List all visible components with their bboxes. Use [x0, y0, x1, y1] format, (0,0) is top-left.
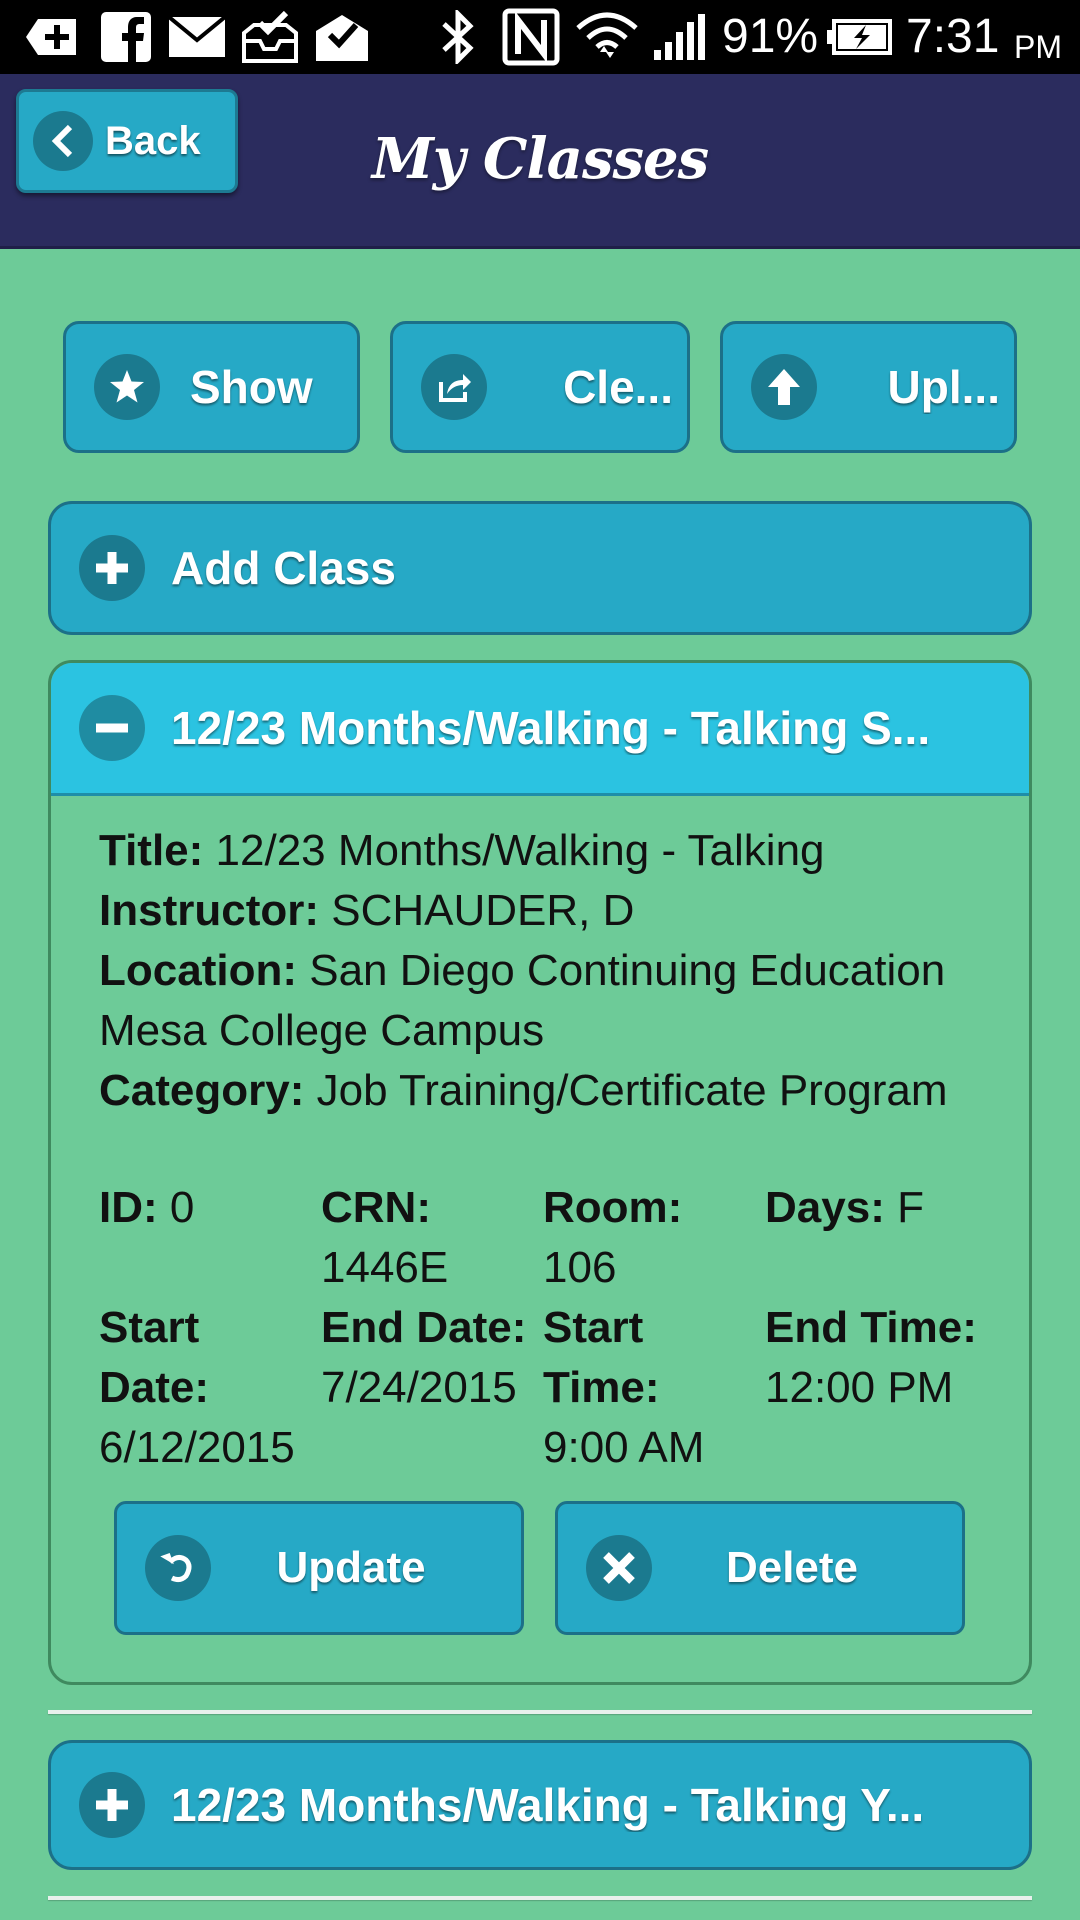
list-divider	[48, 1896, 1032, 1900]
category-label: Category:	[99, 1066, 305, 1115]
nfc-icon	[502, 8, 560, 66]
clear-button[interactable]: Cle...	[390, 321, 690, 453]
clock-am-pm: PM	[1014, 29, 1062, 65]
list-divider	[48, 1710, 1032, 1714]
category-value: Job Training/Certificate Program	[316, 1066, 948, 1115]
mail-check-icon	[314, 11, 370, 63]
room-cell: Room: 106	[543, 1178, 768, 1298]
signal-icon	[652, 11, 708, 63]
category-row: Category: Job Training/Certificate Progr…	[99, 1061, 999, 1121]
days-label: Days:	[765, 1183, 885, 1232]
end-date-label: End Date:	[321, 1303, 527, 1352]
collapsed-class-item[interactable]: 12/23 Months/Walking - Talking Y...	[48, 1740, 1032, 1870]
star-icon	[94, 354, 160, 420]
mail-icon	[168, 11, 226, 63]
facebook-icon	[100, 11, 152, 63]
crn-value: 1446E	[321, 1243, 449, 1292]
share-icon	[421, 354, 487, 420]
wifi-icon	[574, 11, 640, 63]
instructor-label: Instructor:	[99, 886, 319, 935]
clock-time: 7:31	[906, 10, 1000, 63]
instructor-value: SCHAUDER, D	[331, 886, 635, 935]
add-box-icon	[24, 11, 80, 63]
arrow-up-icon	[751, 354, 817, 420]
update-label: Update	[276, 1543, 426, 1592]
upload-button[interactable]: Upl...	[720, 321, 1017, 453]
close-icon	[586, 1535, 652, 1601]
update-button[interactable]: Update	[114, 1501, 524, 1635]
end-time-label: End Time:	[765, 1303, 977, 1352]
clear-label: Cle...	[563, 361, 673, 413]
add-class-button[interactable]: Add Class	[48, 501, 1032, 635]
end-date-value: 7/24/2015	[321, 1363, 517, 1412]
start-time-label: Start Time:	[543, 1303, 660, 1412]
upload-label: Upl...	[887, 361, 1000, 413]
add-class-label: Add Class	[171, 542, 396, 594]
location-label: Location:	[99, 946, 297, 995]
id-label: ID:	[99, 1183, 158, 1232]
end-date-cell: End Date: 7/24/2015	[321, 1298, 543, 1418]
start-date-cell: Start Date: 6/12/2015	[99, 1298, 309, 1478]
room-label: Room:	[543, 1183, 683, 1232]
instructor-row: Instructor: SCHAUDER, D	[99, 881, 999, 941]
plus-icon	[79, 1772, 145, 1838]
show-button[interactable]: Show	[63, 321, 360, 453]
location-row: Location: San Diego Continuing Education…	[99, 941, 999, 1061]
undo-icon	[145, 1535, 211, 1601]
crn-label: CRN:	[321, 1183, 431, 1232]
title-label: Title:	[99, 826, 204, 875]
id-crn-room-days-row: ID: 0 CRN: 1446E Room: 106 Days: F	[99, 1178, 999, 1298]
dates-times-row: Start Date: 6/12/2015 End Date: 7/24/2015 …	[99, 1298, 999, 1478]
end-time-value: 12:00 PM	[765, 1363, 954, 1412]
delete-button[interactable]: Delete	[555, 1501, 965, 1635]
battery-percent: 91%	[722, 10, 819, 63]
title-row: Title: 12/23 Months/Walking - Talking	[99, 821, 999, 881]
bluetooth-icon	[440, 10, 476, 64]
end-time-cell: End Time: 12:00 PM	[765, 1298, 999, 1418]
start-date-value: 6/12/2015	[99, 1423, 295, 1472]
plus-icon	[79, 535, 145, 601]
start-time-value: 9:00 AM	[543, 1423, 705, 1472]
page-title: My Classes	[371, 126, 709, 192]
room-value: 106	[543, 1243, 617, 1292]
app-header: Back My Classes	[0, 74, 1080, 249]
collapsed-class-title: 12/23 Months/Walking - Talking Y...	[171, 1779, 925, 1831]
id-value: 0	[169, 1183, 195, 1232]
battery-charging-icon	[826, 11, 892, 63]
class-details: Title: 12/23 Months/Walking - Talking In…	[99, 821, 999, 1121]
crn-cell: CRN: 1446E	[321, 1178, 546, 1298]
expanded-class-header[interactable]: 12/23 Months/Walking - Talking S...	[51, 663, 1029, 796]
inbox-check-icon	[242, 11, 298, 63]
expanded-class-title: 12/23 Months/Walking - Talking S...	[171, 702, 931, 754]
id-cell: ID: 0	[99, 1178, 324, 1238]
start-date-label: Start Date:	[99, 1303, 210, 1412]
show-label: Show	[190, 361, 313, 413]
minus-icon	[79, 695, 145, 761]
status-bar: 91% 7:31 PM	[0, 0, 1080, 74]
days-cell: Days: F	[765, 1178, 990, 1238]
start-time-cell: Start Time: 9:00 AM	[543, 1298, 753, 1478]
delete-label: Delete	[725, 1543, 859, 1592]
days-value: F	[897, 1183, 924, 1232]
title-value: 12/23 Months/Walking - Talking	[215, 826, 825, 875]
